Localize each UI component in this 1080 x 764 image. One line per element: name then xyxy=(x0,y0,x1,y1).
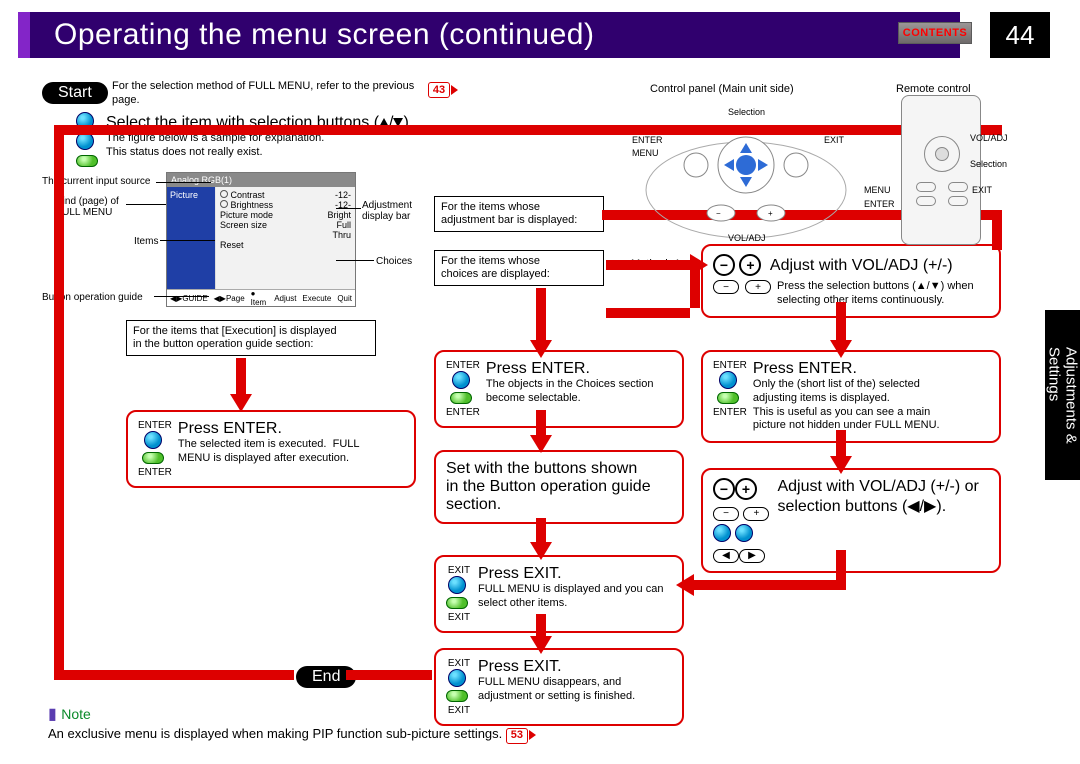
minus-oval-icon: − xyxy=(713,280,739,294)
exit-pad-icon xyxy=(446,597,468,609)
exit1-step: EXIT EXIT Press EXIT. FULL MENU is displ… xyxy=(434,555,684,633)
set-l2: in the Button operation guide xyxy=(446,478,672,496)
exit2-title: Press EXIT. xyxy=(478,658,635,676)
selection-pad-icon xyxy=(76,155,98,167)
exit-pad-icon xyxy=(446,690,468,702)
set-l1: Set with the buttons shown xyxy=(446,460,672,478)
exit1-sub: FULL MENU is displayed and you can selec… xyxy=(478,583,663,611)
exit2-step: EXIT EXIT Press EXIT. FULL MENU disappea… xyxy=(434,648,684,726)
cp-title: Control panel (Main unit side) xyxy=(650,83,794,95)
exit-icon xyxy=(448,576,466,594)
enter-exec-step: ENTER ENTER Press ENTER. The selected it… xyxy=(126,410,416,488)
page-title: Operating the menu screen (continued) xyxy=(54,18,594,52)
ref-43[interactable]: 43 xyxy=(428,82,450,98)
voladj-step: − + Adjust with VOL/ADJ (+/-) − + Press … xyxy=(701,244,1001,318)
start-note: For the selection method of FULL MENU, r… xyxy=(112,80,422,108)
plus-icon: + xyxy=(739,254,761,276)
enter-short-step: ENTER ENTER Press ENTER. Only the (short… xyxy=(701,350,1001,443)
osd-side: Picture xyxy=(170,190,198,200)
enter-icon xyxy=(144,431,162,449)
voladj-sub: Press the selection buttons (▲/▼) when s… xyxy=(777,280,974,308)
exit-icon xyxy=(448,669,466,687)
enter-pad-icon xyxy=(717,392,739,404)
ref-arrow-icon xyxy=(529,730,536,740)
minus-icon: − xyxy=(713,254,735,276)
exit2-sub: FULL MENU disappears, and adjustment or … xyxy=(478,676,635,704)
enter-short-title: Press ENTER. xyxy=(753,360,940,378)
osd-tab: Analog RGB(1) xyxy=(171,175,232,185)
lbl-kind: Kind (page) of FULL MENU xyxy=(56,196,119,218)
lbl-items: Items xyxy=(134,236,158,247)
plus-icon: + xyxy=(735,478,757,500)
enter-icon xyxy=(452,371,470,389)
enter-short-sub: Only the (short list of the) selected ad… xyxy=(753,378,940,433)
ref-arrow-icon xyxy=(451,85,458,95)
enter-pad-icon xyxy=(142,452,164,464)
remote-diagram: Remote control VOL/ADJ Selection MENU EX… xyxy=(876,95,1006,250)
voladj-title: Adjust with VOL/ADJ (+/-) xyxy=(770,257,953,274)
branch-exec: For the items that [Execution] is displa… xyxy=(126,320,376,356)
enter-exec-sub: The selected item is executed. FULL MENU… xyxy=(178,438,360,466)
plus-oval-icon: + xyxy=(745,280,771,294)
adj-or-sel-l2: selection buttons (◀/▶). xyxy=(777,496,978,516)
enter-choices-title: Press ENTER. xyxy=(486,360,654,378)
adj-or-sel-step: −+ − + ◀▶ Adjust with VOL/ADJ (+/-) or s… xyxy=(701,468,1001,573)
enter-pad-icon xyxy=(450,392,472,404)
svg-text:+: + xyxy=(768,209,773,218)
adj-or-sel-l1: Adjust with VOL/ADJ (+/-) or xyxy=(777,478,978,496)
exit1-title: Press EXIT. xyxy=(478,565,663,583)
page-header: Operating the menu screen (continued) xyxy=(30,12,960,58)
set-l3: section. xyxy=(446,496,672,514)
minus-icon: − xyxy=(713,478,735,500)
enter-icon xyxy=(719,371,737,389)
contents-button[interactable]: CONTENTS xyxy=(898,22,972,44)
start-pill: Start xyxy=(42,82,108,104)
note-body: An exclusive menu is displayed when maki… xyxy=(48,726,502,741)
page-number: 44 xyxy=(990,12,1050,58)
control-panel-diagram: Control panel (Main unit side) − + ENTER… xyxy=(636,95,856,240)
enter-choices-sub: The objects in the Choices section becom… xyxy=(486,378,654,406)
section-tab: Adjustments & Settings xyxy=(1045,310,1080,480)
set-step: Set with the buttons shown in the Button… xyxy=(434,450,684,524)
select-step-sub2: This status does not really exist. xyxy=(106,146,413,160)
enter-exec-title: Press ENTER. xyxy=(178,420,360,438)
note-heading: Note xyxy=(61,706,91,722)
rc-title: Remote control xyxy=(896,83,971,95)
ref-53[interactable]: 53 xyxy=(506,728,528,744)
enter-choices-step: ENTER ENTER Press ENTER. The objects in … xyxy=(434,350,684,428)
header-accent xyxy=(18,12,30,58)
lbl-choices: Choices xyxy=(376,256,412,267)
branch-choices: For the items whose choices are displaye… xyxy=(434,250,604,286)
branch-adjbar: For the items whose adjustment bar is di… xyxy=(434,196,604,232)
svg-text:−: − xyxy=(716,209,721,218)
lbl-adjbar: Adjustment display bar xyxy=(362,200,412,222)
